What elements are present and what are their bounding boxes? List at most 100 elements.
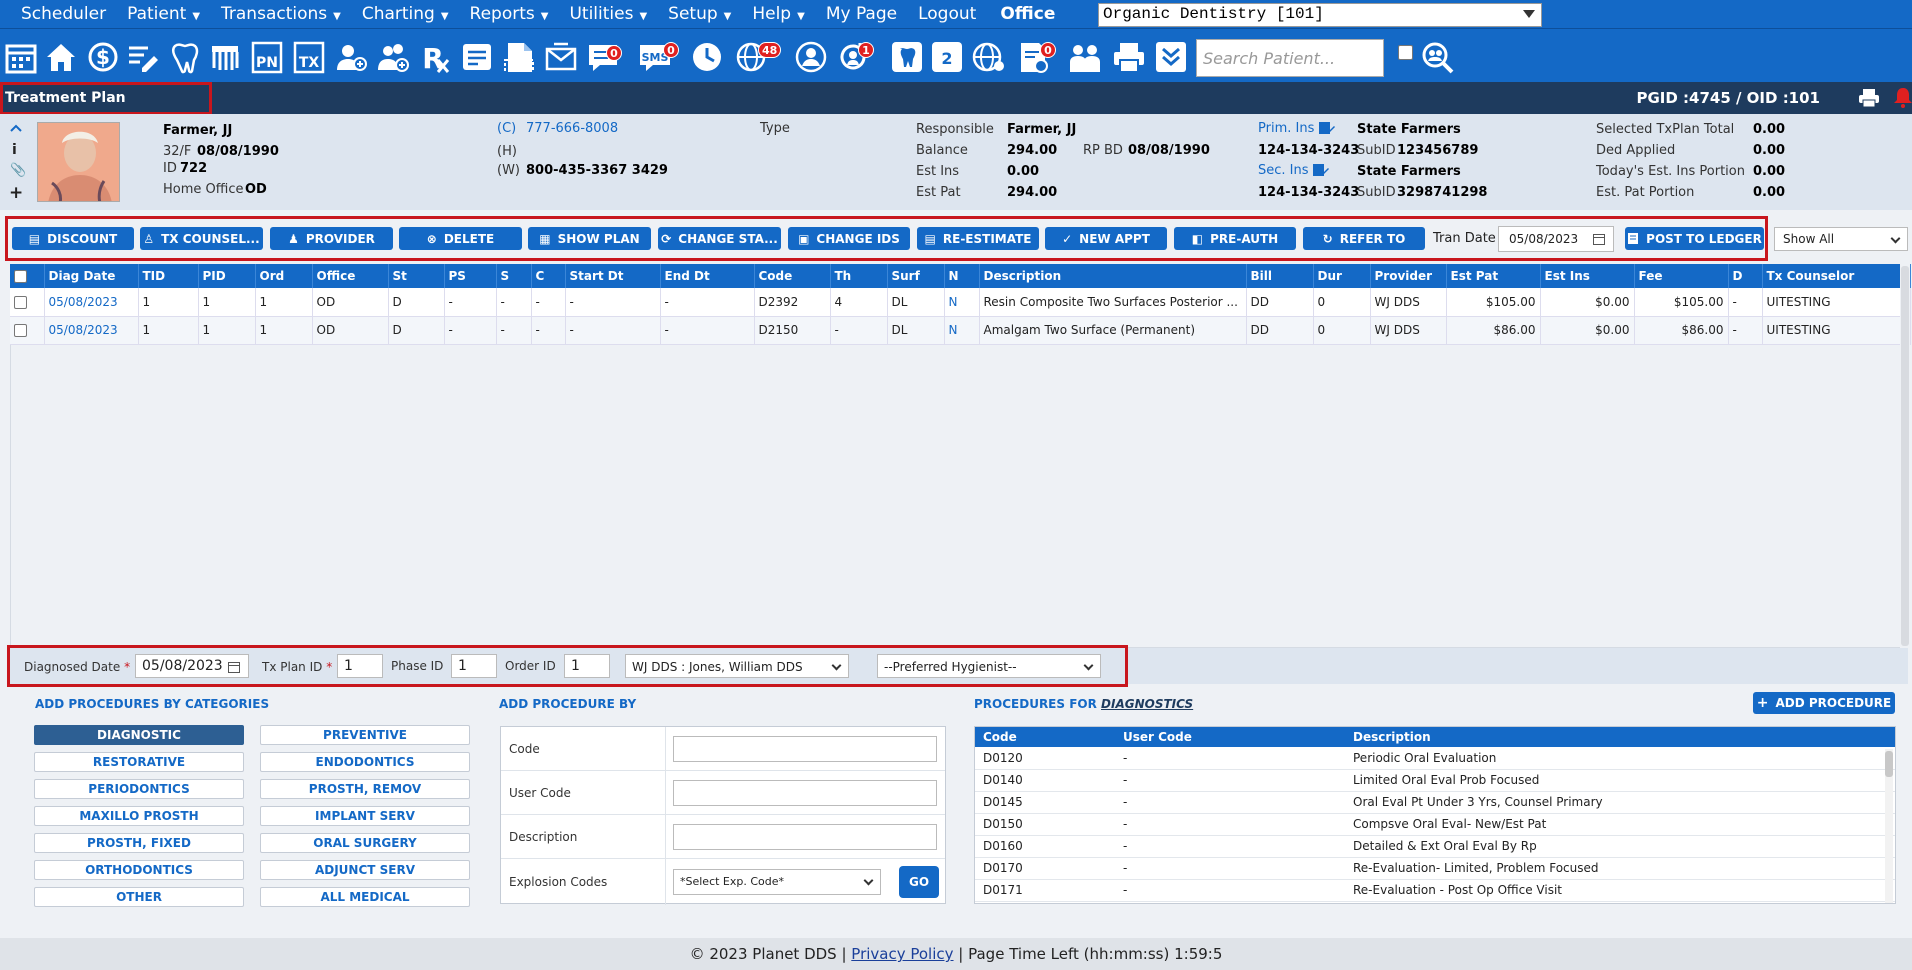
note-icon[interactable] [458, 38, 496, 76]
nav-logout[interactable]: Logout [897, 4, 976, 24]
patient-search-input[interactable]: Search Patient... [1196, 39, 1384, 77]
provider-select[interactable]: WJ DDS : Jones, William DDS [625, 654, 849, 678]
collapse-icon[interactable] [10, 123, 22, 133]
add-icon[interactable]: + [9, 183, 23, 203]
nav-my-page[interactable]: My Page [805, 4, 897, 24]
info-icon[interactable]: i [12, 142, 17, 158]
tooth-chart-icon[interactable] [888, 38, 926, 76]
category-endodontics[interactable]: ENDODONTICS [260, 752, 470, 772]
select-all-checkbox[interactable] [14, 270, 27, 283]
office-select[interactable]: Organic Dentistry [101] [1098, 3, 1542, 27]
diag-date-input[interactable]: 05/08/2023 [135, 654, 249, 678]
home-icon[interactable] [42, 38, 80, 76]
tx-plan-id-input[interactable]: 1 [337, 654, 383, 678]
nav-patient[interactable]: Patient ▼ [106, 4, 200, 24]
table-cell[interactable]: N [944, 288, 980, 317]
edit-insurance-icon[interactable] [1312, 162, 1330, 178]
column-header[interactable]: Diag Date [44, 264, 139, 288]
post-to-ledger-button[interactable]: POST TO LEDGER [1625, 227, 1764, 250]
tx-icon[interactable]: TX [290, 38, 328, 76]
add-patient-icon[interactable] [332, 38, 370, 76]
cell-phone[interactable]: 777-666-8008 [526, 121, 618, 136]
column-header[interactable]: Est Pat [1446, 264, 1541, 288]
column-header[interactable]: Tx Counselor [1762, 264, 1911, 288]
provider-button[interactable]: ♟ PROVIDER [270, 227, 393, 250]
teeth-icon[interactable] [206, 38, 244, 76]
column-header[interactable]: PID [198, 264, 256, 288]
column-header[interactable]: End Dt [660, 264, 755, 288]
pre-auth-button[interactable]: ◧ PRE-AUTH [1174, 227, 1296, 250]
column-header[interactable]: Est Ins [1540, 264, 1635, 288]
procedure-row[interactable]: D0145- Oral Eval Pt Under 3 Yrs, Counsel … [975, 791, 1895, 814]
web-user-icon[interactable] [792, 38, 830, 76]
category-diagnostic[interactable]: DIAGNOSTIC [34, 725, 244, 745]
nav-transactions[interactable]: Transactions ▼ [200, 4, 341, 24]
order-id-input[interactable]: 1 [564, 654, 610, 678]
mail-icon[interactable] [542, 38, 580, 76]
category-periodontics[interactable]: PERIODONTICS [34, 779, 244, 799]
grid-scrollbar[interactable] [1900, 264, 1910, 648]
change-ids-button[interactable]: ▣ CHANGE IDS [788, 227, 910, 250]
category-prosth-remov[interactable]: PROSTH, REMOV [260, 779, 470, 799]
phase-id-input[interactable]: 1 [451, 654, 497, 678]
toggle-checkbox[interactable] [1398, 45, 1413, 60]
world-settings-icon[interactable] [970, 38, 1008, 76]
nav-reports[interactable]: Reports ▼ [449, 4, 549, 24]
show-all-select[interactable]: Show All [1774, 227, 1908, 251]
printer-icon[interactable] [1858, 88, 1880, 108]
procedure-row[interactable]: D0171- Re-Evaluation - Post Op Office Vis… [975, 879, 1895, 902]
explosion-select[interactable]: *Select Exp. Code* [673, 869, 881, 895]
column-header[interactable]: Description [979, 264, 1247, 288]
category-orthodontics[interactable]: ORTHODONTICS [34, 860, 244, 880]
table-row[interactable]: 05/08/2023 1 1 1 OD D - - - - - D2392 4 DL N Resin Comp… [10, 288, 1911, 317]
table-row[interactable]: 05/08/2023 1 1 1 OD D - - - - - D2150- DL N Amalgam Tw… [10, 316, 1911, 345]
add-procedure-button[interactable]: + ADD PROCEDURE [1753, 692, 1895, 714]
nav-scheduler[interactable]: Scheduler [0, 4, 106, 24]
refer-to-button[interactable]: ↻ REFER TO [1303, 227, 1425, 250]
tx-counsel-button[interactable]: ♙ TX COUNSEL... [140, 227, 263, 250]
dollar-icon[interactable]: $ [84, 38, 122, 76]
clock-icon[interactable] [688, 38, 726, 76]
sec-ins-link[interactable]: Sec. Ins [1258, 163, 1309, 178]
hygienist-select[interactable]: --Preferred Hygienist-- [877, 654, 1101, 678]
column-header[interactable]: Ord [255, 264, 313, 288]
privacy-policy-link[interactable]: Privacy Policy [851, 945, 953, 963]
edit-list-icon[interactable] [124, 38, 162, 76]
attachment-icon[interactable]: 📎 [10, 163, 26, 178]
procedures-scrollbar[interactable] [1885, 749, 1893, 903]
column-header[interactable]: PS [444, 264, 497, 288]
description-input[interactable] [673, 824, 937, 850]
column-header[interactable]: Code [754, 264, 831, 288]
column-header[interactable]: St [388, 264, 445, 288]
calendar-icon[interactable] [228, 661, 240, 673]
document-icon[interactable] [500, 38, 538, 76]
change-sta-button[interactable]: ⟳ CHANGE STA... [658, 227, 781, 250]
column-header[interactable]: TID [138, 264, 199, 288]
prim-ins-link[interactable]: Prim. Ins [1258, 121, 1314, 136]
category-implant-serv[interactable]: IMPLANT SERV [260, 806, 470, 826]
column-header[interactable]: Th [830, 264, 888, 288]
row-checkbox[interactable] [14, 295, 27, 309]
proc-column-header[interactable]: Description [1345, 727, 1895, 747]
table-cell[interactable]: N [944, 316, 980, 345]
re-estimate-button[interactable]: ▤ RE-ESTIMATE [917, 227, 1039, 250]
column-header[interactable]: Office [312, 264, 389, 288]
nav-charting[interactable]: Charting ▼ [341, 4, 449, 24]
category-oral-surgery[interactable]: ORAL SURGERY [260, 833, 470, 853]
pn-icon[interactable]: PN [248, 38, 286, 76]
category-preventive[interactable]: PREVENTIVE [260, 725, 470, 745]
procedure-row[interactable]: D0120- Periodic Oral Evaluation [975, 747, 1895, 770]
tran-date-input[interactable]: 05/08/2023 [1498, 226, 1614, 252]
code-input[interactable] [673, 736, 937, 762]
procedure-row[interactable]: D0170- Re-Evaluation- Limited, Problem Fo… [975, 857, 1895, 880]
group-icon[interactable] [1066, 38, 1104, 76]
proc-column-header[interactable]: User Code [1115, 727, 1345, 747]
user-code-input[interactable] [673, 780, 937, 806]
column-header[interactable]: Provider [1370, 264, 1447, 288]
table-cell[interactable]: 05/08/2023 [44, 288, 139, 317]
column-header[interactable]: S [496, 264, 532, 288]
advanced-search-icon[interactable] [1418, 38, 1456, 76]
bell-icon[interactable] [1894, 86, 1912, 108]
category-restorative[interactable]: RESTORATIVE [34, 752, 244, 772]
column-header[interactable]: Start Dt [565, 264, 661, 288]
